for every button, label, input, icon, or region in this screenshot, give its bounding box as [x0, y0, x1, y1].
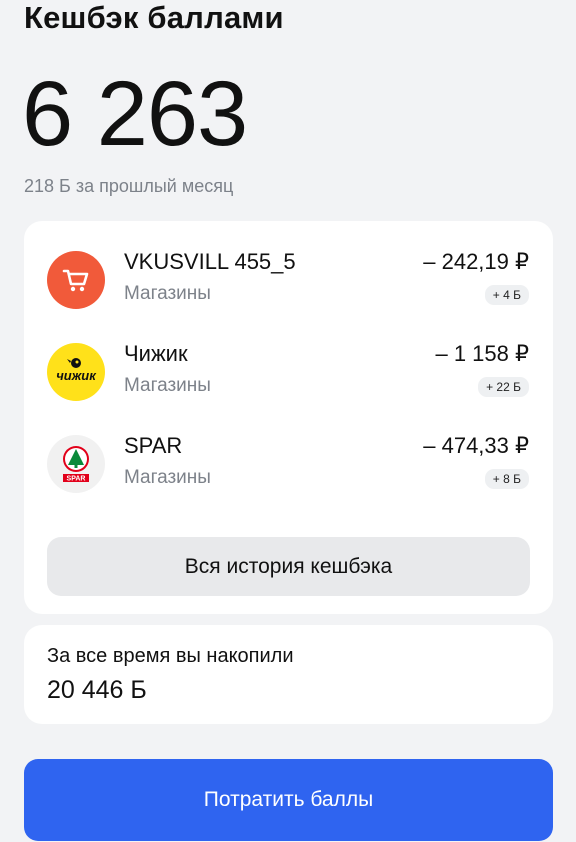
cashback-history-button[interactable]: Вся история кешбэка [47, 537, 530, 596]
merchant-category: Магазины [124, 283, 211, 304]
cashback-badge: + 8 Б [484, 469, 529, 489]
cashback-badge: + 4 Б [484, 285, 529, 305]
merchant-category: Магазины [124, 375, 211, 396]
spend-points-button[interactable]: Потратить баллы [24, 759, 553, 841]
total-accumulated-label: За все время вы накопили [47, 645, 294, 667]
merchant-name: SPAR [124, 433, 183, 458]
transaction-row[interactable]: VKUSVILL 455_5 Магазины – 242,19 ₽ + 4 Б [24, 249, 553, 329]
spar-logo-text: SPAR [67, 476, 86, 483]
transaction-row[interactable]: SPAR SPAR Магазины – 474,33 ₽ + 8 Б [24, 433, 553, 513]
page-title: Кешбэк баллами [24, 0, 284, 35]
total-accumulated-value: 20 446 Б [47, 676, 147, 704]
cashback-balance: 6 263 [22, 63, 248, 165]
chizhik-logo-text: чижик [56, 368, 97, 383]
total-accumulated-card: За все время вы накопили 20 446 Б [24, 625, 553, 724]
merchant-name: Чижик [124, 341, 188, 366]
transactions-card: VKUSVILL 455_5 Магазины – 242,19 ₽ + 4 Б… [24, 221, 553, 614]
cashback-badge: + 22 Б [478, 377, 529, 397]
chizhik-logo-icon: чижик [47, 343, 105, 401]
transaction-amount: – 1 158 ₽ [435, 341, 529, 366]
merchant-category: Магазины [124, 467, 211, 488]
spar-logo-icon: SPAR [47, 435, 105, 493]
merchant-name: VKUSVILL 455_5 [124, 249, 296, 274]
last-month-summary: 218 Б за прошлый месяц [24, 176, 234, 196]
shopping-cart-icon [47, 251, 105, 309]
transaction-amount: – 242,19 ₽ [423, 249, 529, 274]
transaction-row[interactable]: чижик Чижик Магазины – 1 158 ₽ + 22 Б [24, 341, 553, 421]
transaction-amount: – 474,33 ₽ [423, 433, 529, 458]
